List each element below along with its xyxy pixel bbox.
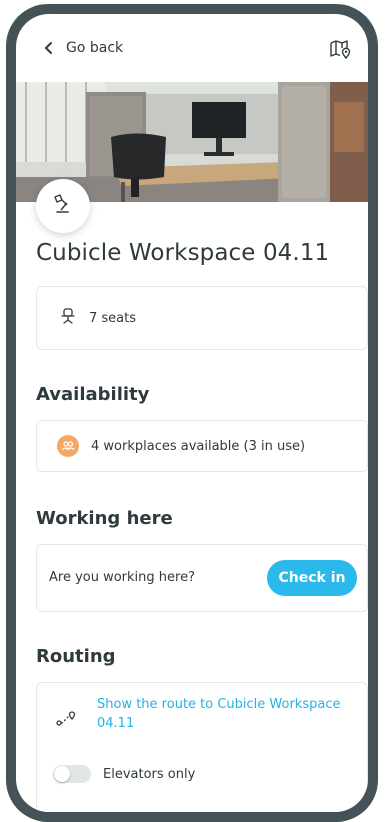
elevators-only-toggle[interactable]: [53, 765, 91, 783]
page-title: Cubicle Workspace 04.11: [36, 240, 330, 266]
back-button[interactable]: Go back: [38, 34, 123, 62]
screen: Go back Cubicle Workspace 04.11 7 seats …: [16, 14, 368, 812]
working-here-heading: Working here: [36, 508, 173, 529]
routing-heading: Routing: [36, 646, 116, 667]
seats-row: 7 seats: [59, 307, 136, 329]
availability-row: 4 workplaces available (3 in use): [57, 435, 305, 457]
top-bar: Go back: [16, 14, 368, 82]
working-here-card: Are you working here? Check in: [36, 544, 368, 612]
people-icon: [57, 435, 79, 457]
desk-lamp-icon: [51, 192, 75, 220]
elevators-only-label: Elevators only: [103, 766, 196, 782]
device-frame: Go back Cubicle Workspace 04.11 7 seats …: [6, 4, 378, 822]
availability-status: 4 workplaces available (3 in use): [91, 438, 306, 454]
map-pin-icon[interactable]: [328, 38, 352, 60]
route-icon: [55, 707, 77, 733]
working-question-row: Are you working here?: [49, 570, 195, 585]
show-route-link[interactable]: Show the route to Cubicle Workspace 04.1…: [97, 695, 357, 733]
elevators-only-row: Elevators only: [53, 765, 195, 783]
routing-card: Show the route to Cubicle Workspace 04.1…: [36, 682, 368, 812]
seats-label: 7 seats: [89, 310, 137, 326]
working-question: Are you working here?: [49, 570, 195, 585]
chevron-left-icon: [38, 37, 60, 59]
back-label: Go back: [66, 40, 124, 56]
availability-heading: Availability: [36, 384, 150, 405]
toggle-knob: [54, 766, 70, 782]
check-in-button[interactable]: Check in: [267, 560, 357, 596]
seats-card: 7 seats: [36, 286, 368, 350]
workspace-type-badge: [36, 179, 90, 233]
availability-card: 4 workplaces available (3 in use): [36, 420, 368, 472]
chair-icon: [59, 307, 77, 329]
